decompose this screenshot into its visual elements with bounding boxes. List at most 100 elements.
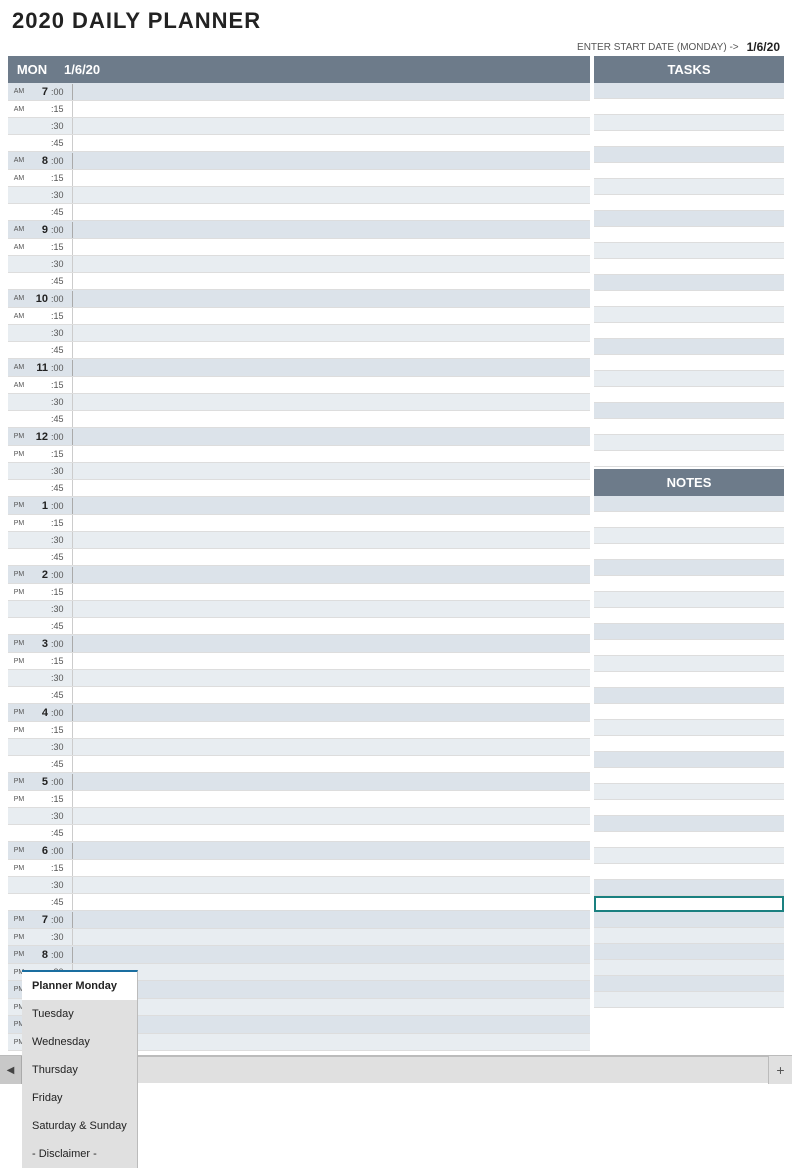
right-row[interactable] bbox=[594, 403, 784, 419]
right-row[interactable] bbox=[594, 816, 784, 832]
right-row[interactable] bbox=[594, 672, 784, 688]
right-row[interactable] bbox=[594, 259, 784, 275]
right-row[interactable] bbox=[594, 195, 784, 211]
right-row[interactable] bbox=[594, 307, 784, 323]
time-entry-field[interactable] bbox=[72, 480, 590, 496]
time-entry-field[interactable] bbox=[72, 894, 590, 910]
time-entry-field[interactable] bbox=[72, 705, 590, 721]
right-row[interactable] bbox=[594, 704, 784, 720]
time-entry-field[interactable] bbox=[72, 411, 590, 427]
time-entry-field[interactable] bbox=[72, 999, 590, 1015]
time-entry-field[interactable] bbox=[72, 377, 590, 393]
right-row[interactable] bbox=[594, 656, 784, 672]
time-entry-field[interactable] bbox=[72, 756, 590, 772]
time-entry-field[interactable] bbox=[72, 929, 590, 945]
time-entry-field[interactable] bbox=[72, 429, 590, 445]
right-row[interactable] bbox=[594, 115, 784, 131]
time-entry-field[interactable] bbox=[72, 601, 590, 617]
tab---disclaimer--[interactable]: - Disclaimer - bbox=[22, 1140, 138, 1168]
right-row[interactable] bbox=[594, 896, 784, 912]
time-entry-field[interactable] bbox=[72, 187, 590, 203]
tab-saturday-&-sunday[interactable]: Saturday & Sunday bbox=[22, 1112, 138, 1140]
time-entry-field[interactable] bbox=[72, 791, 590, 807]
right-row[interactable] bbox=[594, 512, 784, 528]
time-entry-field[interactable] bbox=[72, 325, 590, 341]
right-row[interactable] bbox=[594, 339, 784, 355]
time-entry-field[interactable] bbox=[72, 670, 590, 686]
time-entry-field[interactable] bbox=[72, 394, 590, 410]
time-entry-field[interactable] bbox=[72, 204, 590, 220]
time-entry-field[interactable] bbox=[72, 273, 590, 289]
time-entry-field[interactable] bbox=[72, 825, 590, 841]
time-entry-field[interactable] bbox=[72, 498, 590, 514]
right-row[interactable] bbox=[594, 528, 784, 544]
time-entry-field[interactable] bbox=[72, 722, 590, 738]
time-entry-field[interactable] bbox=[72, 446, 590, 462]
right-row[interactable] bbox=[594, 864, 784, 880]
right-row[interactable] bbox=[594, 768, 784, 784]
tab-wednesday[interactable]: Wednesday bbox=[22, 1028, 138, 1056]
time-entry-field[interactable] bbox=[72, 153, 590, 169]
right-row[interactable] bbox=[594, 624, 784, 640]
time-entry-field[interactable] bbox=[72, 808, 590, 824]
right-row[interactable] bbox=[594, 848, 784, 864]
right-row[interactable] bbox=[594, 291, 784, 307]
time-entry-field[interactable] bbox=[72, 222, 590, 238]
time-entry-field[interactable] bbox=[72, 1017, 590, 1033]
time-entry-field[interactable] bbox=[72, 739, 590, 755]
time-entry-field[interactable] bbox=[72, 636, 590, 652]
time-entry-field[interactable] bbox=[72, 877, 590, 893]
time-entry-field[interactable] bbox=[72, 291, 590, 307]
right-row[interactable] bbox=[594, 736, 784, 752]
right-row[interactable] bbox=[594, 800, 784, 816]
right-row[interactable] bbox=[594, 832, 784, 848]
right-row[interactable] bbox=[594, 451, 784, 467]
right-row[interactable] bbox=[594, 496, 784, 512]
right-row[interactable] bbox=[594, 99, 784, 115]
right-row[interactable] bbox=[594, 976, 784, 992]
right-row[interactable] bbox=[594, 83, 784, 99]
time-entry-field[interactable] bbox=[72, 239, 590, 255]
time-entry-field[interactable] bbox=[72, 549, 590, 565]
right-row[interactable] bbox=[594, 211, 784, 227]
time-entry-field[interactable] bbox=[72, 774, 590, 790]
time-entry-field[interactable] bbox=[72, 567, 590, 583]
time-entry-field[interactable] bbox=[72, 860, 590, 876]
right-row[interactable] bbox=[594, 720, 784, 736]
right-row[interactable] bbox=[594, 880, 784, 896]
time-entry-field[interactable] bbox=[72, 532, 590, 548]
time-entry-field[interactable] bbox=[72, 515, 590, 531]
tab-tuesday[interactable]: Tuesday bbox=[22, 1000, 138, 1028]
right-row[interactable] bbox=[594, 323, 784, 339]
right-row[interactable] bbox=[594, 419, 784, 435]
tab-friday[interactable]: Friday bbox=[22, 1084, 138, 1112]
tab-planner-monday[interactable]: Planner Monday bbox=[22, 970, 138, 1000]
time-entry-field[interactable] bbox=[72, 653, 590, 669]
right-row[interactable] bbox=[594, 560, 784, 576]
time-entry-field[interactable] bbox=[72, 170, 590, 186]
right-row[interactable] bbox=[594, 608, 784, 624]
time-entry-field[interactable] bbox=[72, 342, 590, 358]
right-row[interactable] bbox=[594, 928, 784, 944]
time-entry-field[interactable] bbox=[72, 912, 590, 928]
right-row[interactable] bbox=[594, 592, 784, 608]
time-entry-field[interactable] bbox=[72, 118, 590, 134]
right-row[interactable] bbox=[594, 275, 784, 291]
right-row[interactable] bbox=[594, 435, 784, 451]
time-entry-field[interactable] bbox=[72, 687, 590, 703]
time-entry-field[interactable] bbox=[72, 964, 590, 980]
time-entry-field[interactable] bbox=[72, 1034, 590, 1050]
right-row[interactable] bbox=[594, 640, 784, 656]
right-row[interactable] bbox=[594, 243, 784, 259]
time-entry-field[interactable] bbox=[72, 584, 590, 600]
time-entry-field[interactable] bbox=[72, 463, 590, 479]
right-row[interactable] bbox=[594, 688, 784, 704]
right-row[interactable] bbox=[594, 912, 784, 928]
time-entry-field[interactable] bbox=[72, 360, 590, 376]
right-row[interactable] bbox=[594, 131, 784, 147]
right-row[interactable] bbox=[594, 944, 784, 960]
right-row[interactable] bbox=[594, 147, 784, 163]
right-row[interactable] bbox=[594, 227, 784, 243]
right-row[interactable] bbox=[594, 163, 784, 179]
time-entry-field[interactable] bbox=[72, 982, 590, 998]
